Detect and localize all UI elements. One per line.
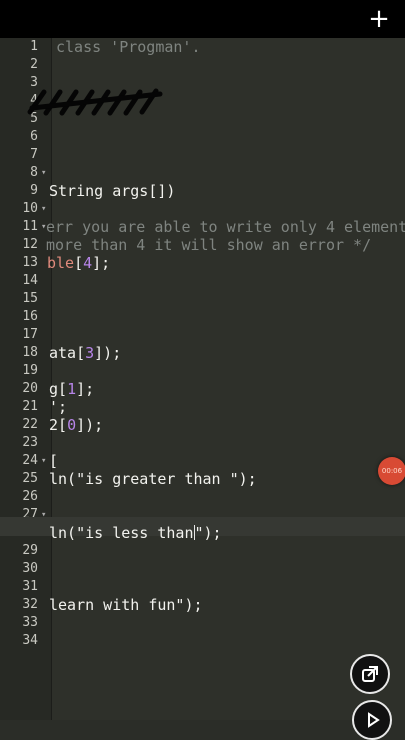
code-line: '; [49,398,68,416]
code-line: more than 4 it will show an error */ [46,236,372,254]
code-token: ]); [76,416,104,434]
scroll-sync-icon [362,666,378,682]
code-token: ble [47,254,75,272]
code-line: err you are able to write only 4 element… [46,218,405,236]
code-line: learn with fun"); [49,596,203,614]
code-area[interactable]: class 'Progman'. String args[]) err you … [0,38,405,720]
code-line: String args[]) [49,182,176,200]
code-line: class 'Progman'. [56,38,201,56]
code-token: 3 [85,344,95,362]
code-line: ata[3]); [49,344,121,362]
add-button[interactable]: + [367,6,391,32]
code-line: ble[4]; [47,254,110,272]
code-token: ]; [92,254,111,272]
code-token: g[ [49,380,68,398]
code-line: ln("is greater than "); [49,470,257,488]
top-toolbar: + [0,0,405,38]
code-token: 1 [67,380,77,398]
code-line: g[1]; [49,380,94,398]
code-token: 4 [83,254,93,272]
code-line: 2[0]); [49,416,103,434]
screen-record-timer[interactable]: 00:06 [378,457,405,485]
code-token: 0 [67,416,77,434]
code-token: ata[ [49,344,86,362]
redaction-scribble [27,88,163,116]
code-token: ]; [76,380,95,398]
code-token: ln("is less than [49,524,194,542]
code-token: [ [74,254,84,272]
play-button[interactable] [352,700,392,740]
code-line: [ [49,452,59,470]
code-line: ln("is less than"); [49,524,222,542]
code-token: ]); [94,344,122,362]
play-icon [368,712,380,728]
scroll-sync-button[interactable] [350,654,390,694]
code-token: "); [194,524,222,542]
code-token: 2[ [49,416,68,434]
